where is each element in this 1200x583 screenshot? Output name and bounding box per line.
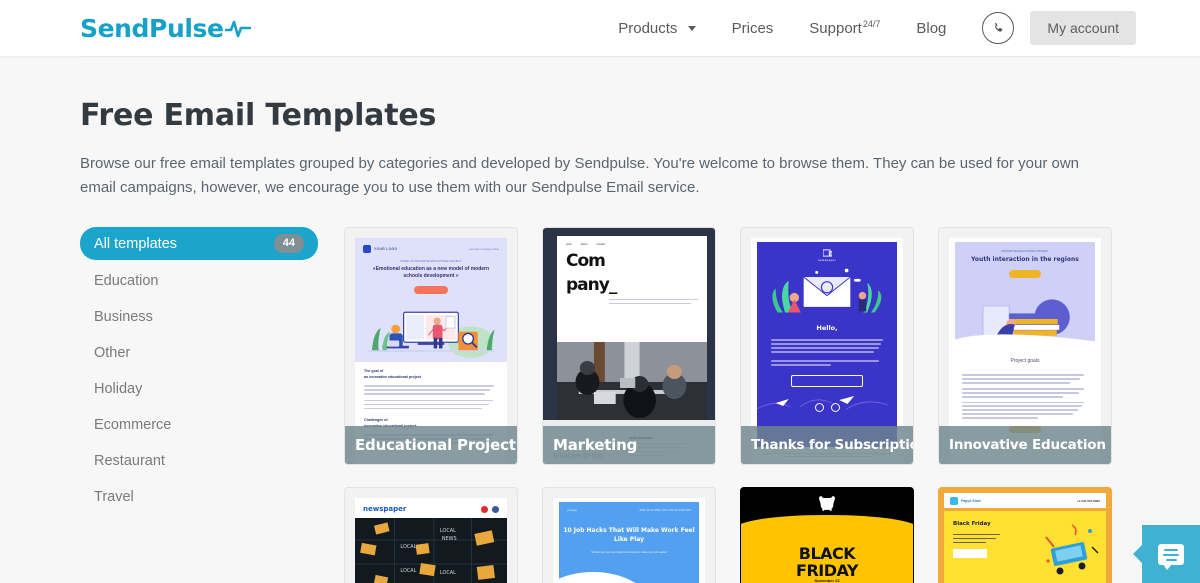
sidebar-label-ecommerce: Ecommerce	[94, 417, 172, 434]
page-description: Browse our free email templates grouped …	[80, 155, 1080, 196]
preview2-heading-1: Com	[566, 251, 606, 272]
content-area: All templates 44 Education Business Othe…	[80, 227, 1120, 583]
svg-text:LOCAL: LOCAL	[400, 544, 416, 550]
preview2-nav-about: about	[580, 243, 588, 247]
preview6-logo: yourlogo	[567, 509, 577, 513]
template-card-thanks-for-subscription[interactable]: newspaper Hello, Thanks for Subscription	[740, 227, 914, 466]
nav-label-products: Products	[618, 19, 678, 37]
template-card-educational-project[interactable]: YOUR LOGO www.site.message.online MODEL …	[344, 227, 518, 466]
header-divider	[80, 56, 1120, 57]
preview3-heading: Hello,	[816, 324, 838, 333]
preview6-meta: JOIN US IN JUNE 27TH, 10 A.M.-5 PM GMT	[639, 509, 691, 513]
preview4-kicker: INNOVATIVE EDUCATIONAL PROJECT	[1001, 250, 1049, 254]
sidebar-item-other[interactable]: Other	[80, 338, 344, 368]
main-nav: Products Prices Support24/7 Blog My acco…	[600, 11, 1136, 45]
sidebar-item-all-templates[interactable]: All templates 44	[80, 227, 318, 261]
sidebar-label-education: Education	[94, 273, 159, 290]
nav-item-prices[interactable]: Prices	[714, 20, 792, 37]
my-account-button[interactable]: My account	[1030, 11, 1136, 45]
chevron-down-icon	[687, 26, 696, 32]
preview1-illustration	[363, 298, 499, 360]
sidebar-item-education[interactable]: Education	[80, 266, 344, 296]
nav-item-products[interactable]: Products	[600, 20, 713, 37]
nav-item-blog[interactable]: Blog	[898, 20, 964, 37]
template-preview-5: newspaper LOCAL NEWS LOCAL LOCAL LOCAL	[355, 498, 507, 583]
template-label-3: Thanks for Subscription	[741, 426, 913, 465]
preview1-url: www.site.message.online	[468, 247, 499, 251]
preview5-logo: newspaper	[363, 505, 407, 514]
preview1-logo: YOUR LOGO	[374, 247, 398, 252]
template-preview-7: BLACK FRIDAY November 23	[741, 488, 913, 583]
template-card-black-friday-dark[interactable]: BLACK FRIDAY November 23	[740, 487, 914, 583]
site-header: SendPulse Products Prices Support24/7 Bl…	[0, 0, 1200, 57]
svg-text:NEWS: NEWS	[442, 536, 457, 542]
nav-label-prices: Prices	[731, 19, 774, 37]
preview3-cta	[791, 374, 863, 387]
page-body: Free Email Templates Browse our free ema…	[0, 56, 1200, 583]
template-grid: YOUR LOGO www.site.message.online MODEL …	[344, 227, 1120, 583]
logo[interactable]: SendPulse	[80, 16, 251, 41]
preview4-cta	[1009, 269, 1041, 278]
nav-label-blog: Blog	[916, 19, 947, 37]
sidebar-item-business[interactable]: Business	[80, 302, 344, 332]
preview6-sub: Simple tips you can implement today to m…	[591, 550, 667, 555]
sidebar-item-restaurant[interactable]: Restaurant	[80, 446, 344, 476]
template-label-4: Innovative Education	[939, 426, 1111, 465]
sidebar-label-other: Other	[94, 345, 131, 362]
nav-label-support: Support	[809, 20, 862, 37]
template-card-black-friday-store[interactable]: Papyrl Store +1-234-567-8900 Black Frida…	[938, 487, 1112, 583]
nav-support-sup: 24/7	[862, 19, 881, 29]
preview1-kicker: MODEL OF INNOVATIVE EDUCATIONAL PROJECT	[400, 260, 462, 264]
sidebar-label-all-templates: All templates	[94, 235, 178, 252]
template-count-badge: 44	[273, 234, 304, 254]
svg-text:LOCAL: LOCAL	[440, 528, 456, 534]
phone-icon[interactable]	[982, 12, 1015, 44]
sidebar-item-holiday[interactable]: Holiday	[80, 374, 344, 404]
sidebar-item-travel[interactable]: Travel	[80, 482, 344, 512]
chat-bubble-icon	[1158, 543, 1184, 570]
preview4-heading: Youth interaction in the regions	[971, 256, 1079, 264]
preview8-cta	[953, 549, 987, 559]
template-label-1: Educational Project	[345, 426, 517, 465]
social-icon-1	[481, 505, 488, 513]
bull-icon	[741, 488, 913, 513]
sidebar-label-holiday: Holiday	[94, 381, 143, 398]
preview2-heading-2: pany_	[566, 274, 617, 295]
nav-item-support[interactable]: Support24/7	[791, 19, 898, 37]
preview1-cta	[414, 286, 448, 295]
preview8-phone: +1-234-567-8900	[1076, 498, 1100, 503]
category-sidebar: All templates 44 Education Business Othe…	[80, 227, 344, 583]
sidebar-label-business: Business	[94, 309, 153, 326]
pulse-icon	[224, 17, 251, 39]
template-card-newspaper[interactable]: newspaper LOCAL NEWS LOCAL LOCAL LOCAL	[344, 487, 518, 583]
svg-text:LOCAL: LOCAL	[400, 568, 416, 574]
preview7-date: November 23	[814, 578, 840, 583]
preview1-heading: «Emotional education as a new model of m…	[372, 266, 490, 280]
svg-text:LOCAL: LOCAL	[440, 570, 456, 576]
logo-text: SendPulse	[80, 13, 224, 43]
preview8-logo: Papyrl Store	[961, 498, 981, 503]
template-card-innovative-education[interactable]: INNOVATIVE EDUCATIONAL PROJECT Youth int…	[938, 227, 1112, 466]
template-card-job-hacks[interactable]: yourlogo JOIN US IN JUNE 27TH, 10 A.M.-5…	[542, 487, 716, 583]
template-label-2: Marketing	[543, 426, 715, 465]
preview2-nav-contact: contact	[596, 243, 606, 247]
sidebar-label-travel: Travel	[94, 489, 134, 506]
preview1-body-heading-2: an innovative educational project	[364, 374, 421, 379]
chat-widget-button[interactable]	[1133, 525, 1200, 583]
template-card-marketing[interactable]: work about contact Com pany_ Marketing	[542, 227, 716, 466]
social-icon-2	[492, 505, 499, 513]
preview6-heading: 10 Job Hacks That Will Make Work Feel Li…	[563, 527, 695, 544]
page-title: Free Email Templates	[80, 98, 437, 133]
preview2-nav-work: work	[566, 243, 572, 247]
template-preview-8: Papyrl Store +1-234-567-8900 Black Frida…	[939, 488, 1111, 583]
sidebar-item-ecommerce[interactable]: Ecommerce	[80, 410, 344, 440]
template-preview-6: yourlogo JOIN US IN JUNE 27TH, 10 A.M.-5…	[553, 498, 705, 583]
sidebar-label-restaurant: Restaurant	[94, 453, 165, 470]
